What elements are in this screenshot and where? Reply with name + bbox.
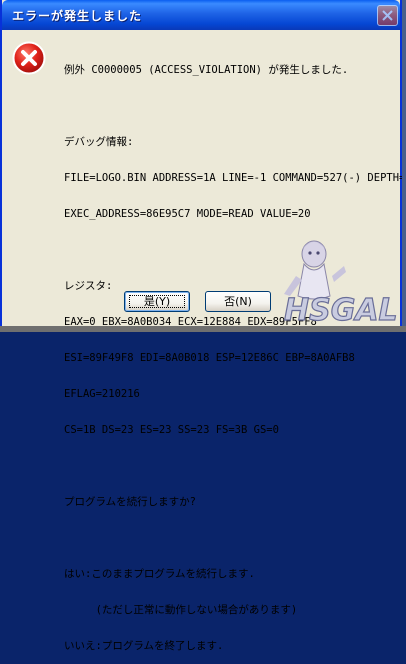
window-title: エラーが発生しました xyxy=(12,9,143,23)
no-button-label: 否(N) xyxy=(224,295,252,308)
logo-text: HSGAL xyxy=(284,293,398,328)
taskbar-edge xyxy=(0,326,406,332)
error-dialog: エラーが発生しました 例外 C0000005 (ACCESS_VIOLATION… xyxy=(0,0,406,652)
yes-button[interactable]: 是(Y) xyxy=(124,291,190,312)
continue-question: プログラムを続行しますか? xyxy=(64,496,197,508)
hsgal-logo: HSGAL xyxy=(283,240,398,328)
error-headline: 例外 C0000005 (ACCESS_VIOLATION) が発生しました. xyxy=(64,64,349,76)
message-text-area: 例外 C0000005 (ACCESS_VIOLATION) が発生しました. … xyxy=(64,40,406,664)
yes-explanation: はい:このままプログラムを続行します. xyxy=(64,568,255,580)
close-button[interactable] xyxy=(377,5,398,26)
no-explanation: いいえ:プログラムを終了します. xyxy=(64,640,224,652)
yes-explanation-note: (ただし正常に動作しない場合があります) xyxy=(64,604,298,616)
register-line: EFLAG=210216 xyxy=(64,388,140,400)
debug-line: EXEC_ADDRESS=86E95C7 MODE=READ VALUE=20 xyxy=(64,208,311,220)
debug-line: FILE=LOGO.BIN ADDRESS=1A LINE=-1 COMMAND… xyxy=(64,172,406,184)
debug-header: デバッグ情報: xyxy=(64,136,134,148)
close-icon xyxy=(382,10,393,21)
title-bar[interactable]: エラーが発生しました xyxy=(2,0,400,30)
desktop-edge xyxy=(402,0,406,332)
focus-outline xyxy=(129,295,185,308)
register-line: CS=1B DS=23 ES=23 SS=23 FS=3B GS=0 xyxy=(64,424,279,436)
error-icon xyxy=(12,41,46,75)
register-line: ESI=89F49F8 EDI=8A0B018 ESP=12E86C EBP=8… xyxy=(64,352,355,364)
no-button[interactable]: 否(N) xyxy=(205,291,271,312)
